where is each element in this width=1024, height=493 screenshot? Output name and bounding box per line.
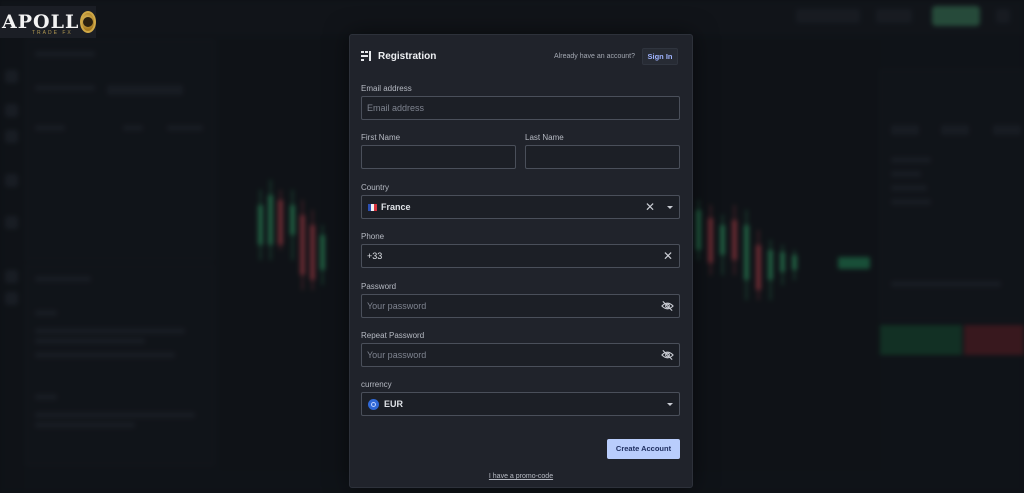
phone-input[interactable] [367, 245, 637, 267]
first-name-input[interactable] [367, 146, 498, 168]
first-name-field[interactable] [361, 145, 516, 169]
currency-value: EUR [384, 399, 404, 409]
repeat-password-input[interactable] [367, 344, 637, 366]
country-clear-icon[interactable]: ✕ [645, 200, 655, 214]
promo-code-link[interactable]: I have a promo-code [350, 473, 692, 480]
email-input[interactable] [367, 97, 637, 119]
eye-off-icon[interactable] [661, 349, 674, 361]
last-name-input[interactable] [531, 146, 662, 168]
registration-icon [361, 51, 371, 61]
currency-label: currency [361, 380, 392, 389]
logo-coin-icon [80, 11, 96, 33]
phone-clear-icon[interactable]: ✕ [663, 249, 673, 263]
email-field[interactable] [361, 96, 680, 120]
repeat-password-label: Repeat Password [361, 331, 425, 340]
last-name-label: Last Name [525, 133, 564, 142]
france-flag-icon [368, 204, 377, 211]
modal-header: Registration Already have an account? Si… [350, 35, 692, 79]
already-account-text: Already have an account? [554, 53, 635, 60]
currency-select[interactable]: EUR [361, 392, 680, 416]
last-name-field[interactable] [525, 145, 680, 169]
country-label: Country [361, 183, 390, 192]
brand-logo: APOLL TRADE FX [0, 6, 96, 38]
country-value: France [381, 202, 411, 212]
create-account-button[interactable]: Create Account [607, 439, 680, 459]
sign-in-button[interactable]: Sign In [642, 48, 678, 65]
registration-modal: Registration Already have an account? Si… [349, 34, 693, 488]
eye-off-icon[interactable] [661, 300, 674, 312]
country-select[interactable]: France ✕ [361, 195, 680, 219]
phone-field[interactable]: ✕ [361, 244, 680, 268]
eur-coin-icon [368, 399, 379, 410]
email-label: Email address [361, 84, 412, 93]
chevron-down-icon[interactable] [667, 403, 673, 406]
brand-name: APOLL [2, 10, 80, 33]
password-input[interactable] [367, 295, 637, 317]
password-label: Password [361, 282, 397, 291]
phone-label: Phone [361, 232, 385, 241]
brand-tagline: TRADE FX [32, 30, 73, 36]
password-field[interactable] [361, 294, 680, 318]
modal-title: Registration [378, 51, 437, 62]
chevron-down-icon[interactable] [667, 206, 673, 209]
first-name-label: First Name [361, 133, 401, 142]
repeat-password-field[interactable] [361, 343, 680, 367]
